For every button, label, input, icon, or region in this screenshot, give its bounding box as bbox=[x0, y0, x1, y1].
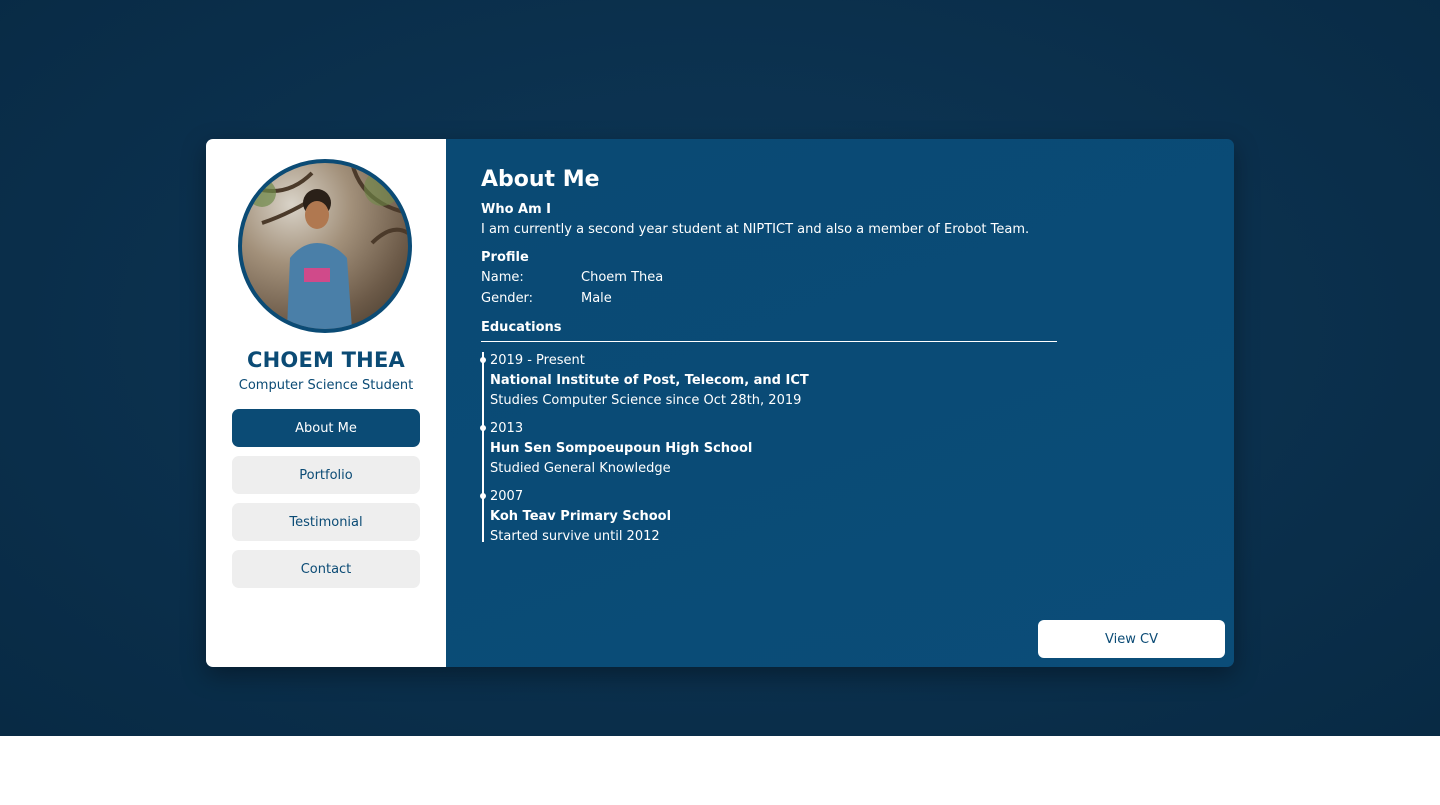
profile-heading: Profile bbox=[481, 250, 529, 265]
nav-contact-button[interactable]: Contact bbox=[232, 550, 420, 588]
view-cv-button[interactable]: View CV bbox=[1038, 620, 1225, 658]
education-school: Hun Sen Sompoeupoun High School bbox=[490, 441, 753, 456]
profile-gender-value: Male bbox=[581, 291, 612, 306]
education-years: 2019 - Present bbox=[490, 353, 585, 368]
profile-role: Computer Science Student bbox=[238, 378, 414, 393]
profile-name-value: Choem Thea bbox=[581, 270, 664, 285]
education-school: National Institute of Post, Telecom, and… bbox=[490, 373, 809, 388]
timeline-dot bbox=[480, 493, 486, 499]
timeline-dot bbox=[480, 357, 486, 363]
about-panel: About Me Who Am I I am currently a secon… bbox=[446, 139, 1234, 667]
nav-testimonial-button[interactable]: Testimonial bbox=[232, 503, 420, 541]
profile-name: CHOEM THEA bbox=[247, 348, 405, 372]
education-years: 2013 bbox=[490, 421, 524, 436]
profile-gender-label: Gender: bbox=[481, 291, 534, 306]
education-detail: Started survive until 2012 bbox=[490, 529, 660, 544]
nav-about-me-button[interactable]: About Me bbox=[232, 409, 420, 447]
profile-name-label: Name: bbox=[481, 270, 524, 285]
education-timeline bbox=[482, 352, 484, 542]
education-detail: Studied General Knowledge bbox=[490, 461, 671, 476]
education-years: 2007 bbox=[490, 489, 524, 504]
who-heading: Who Am I bbox=[481, 202, 552, 217]
profile-card: CHOEM THEA Computer Science Student Abou… bbox=[206, 139, 1234, 667]
sidebar: CHOEM THEA Computer Science Student Abou… bbox=[206, 139, 446, 667]
timeline-dot bbox=[480, 425, 486, 431]
education-school: Koh Teav Primary School bbox=[490, 509, 672, 524]
section-title: About Me bbox=[481, 167, 600, 192]
who-text: I am currently a second year student at … bbox=[481, 222, 1030, 237]
avatar bbox=[238, 159, 412, 333]
education-divider bbox=[481, 341, 1057, 342]
education-detail: Studies Computer Science since Oct 28th,… bbox=[490, 393, 802, 408]
education-heading: Educations bbox=[481, 320, 562, 335]
nav-portfolio-button[interactable]: Portfolio bbox=[232, 456, 420, 494]
